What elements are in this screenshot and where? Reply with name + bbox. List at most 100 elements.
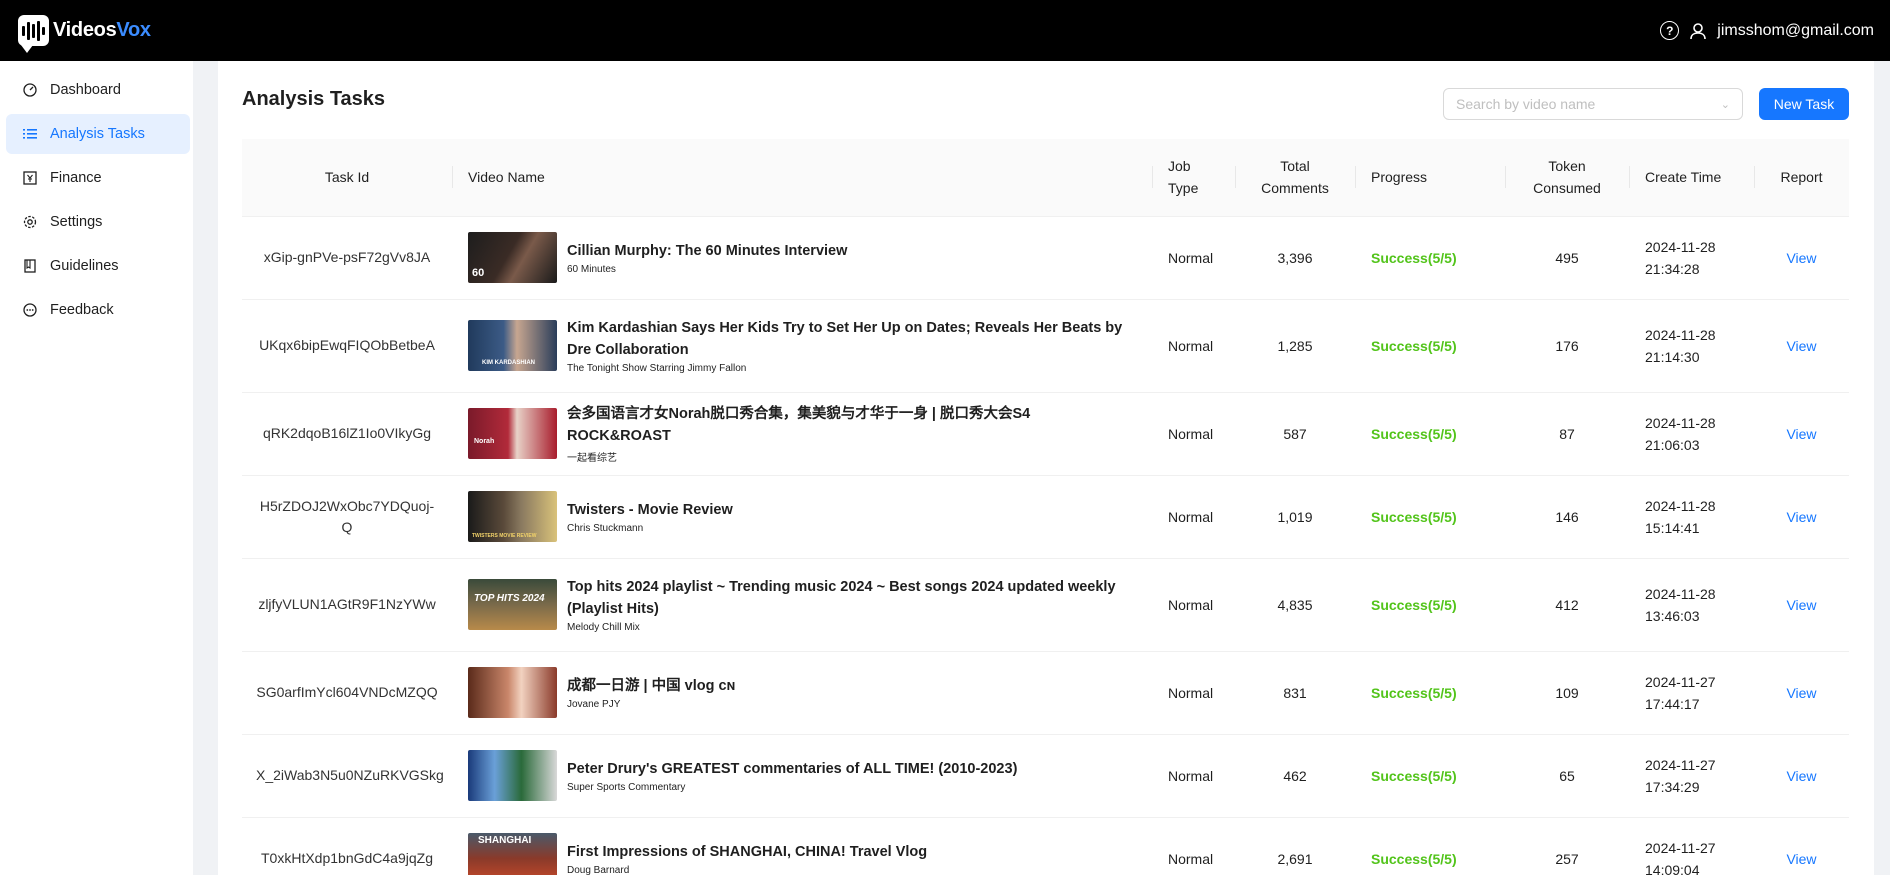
- create-time-cell: 2024-11-27 17:44:17: [1629, 651, 1754, 735]
- new-task-button[interactable]: New Task: [1759, 88, 1849, 120]
- sidebar-item-label: Analysis Tasks: [50, 126, 145, 142]
- sidebar-item-dashboard[interactable]: Dashboard: [6, 70, 190, 110]
- job-type-cell: Normal: [1152, 817, 1235, 875]
- task-id-cell: T0xkHtXdp1bnGdC4a9jqZg: [242, 817, 452, 875]
- finance-icon: [22, 170, 38, 186]
- header-progress[interactable]: Progress: [1355, 139, 1505, 217]
- chevron-down-icon[interactable]: ⌄: [1721, 98, 1730, 111]
- view-report-link[interactable]: View: [1786, 851, 1816, 867]
- header-token-consumed[interactable]: Token Consumed: [1505, 139, 1629, 217]
- total-comments-cell: 4,835: [1235, 558, 1355, 652]
- video-cell: TOP HITS 2024 Top hits 2024 playlist ~ T…: [452, 558, 1152, 652]
- table-row: H5rZDOJ2WxObc7YDQuoj-Q TWISTERS MOVIE RE…: [242, 475, 1849, 559]
- video-cell: SHANGHAI First Impressions of SHANGHAI, …: [452, 817, 1152, 875]
- progress-cell: Success(5/5): [1355, 817, 1505, 875]
- video-channel: 一起看综艺: [567, 453, 617, 464]
- view-report-link[interactable]: View: [1786, 509, 1816, 525]
- dashboard-icon: [22, 82, 38, 98]
- table-row: X_2iWab3N5u0NZuRKVGSkg Peter Drury's GRE…: [242, 734, 1849, 818]
- progress-cell: Success(5/5): [1355, 299, 1505, 393]
- tokens-cell: 109: [1505, 651, 1629, 735]
- gear-icon: [22, 214, 38, 230]
- header-total-comments[interactable]: Total Comments: [1235, 139, 1355, 217]
- status-badge: Success(5/5): [1371, 684, 1457, 701]
- view-report-link[interactable]: View: [1786, 250, 1816, 266]
- video-title: 会多国语言才女Norah脱口秀合集，集美貌与才华于一身 | 脱口秀大会S4 RO…: [567, 406, 1031, 444]
- view-report-link[interactable]: View: [1786, 426, 1816, 442]
- total-comments-cell: 2,691: [1235, 817, 1355, 875]
- job-type-cell: Normal: [1152, 216, 1235, 300]
- progress-cell: Success(5/5): [1355, 558, 1505, 652]
- brand-logo[interactable]: VideosVox: [18, 15, 151, 53]
- list-icon: [22, 126, 38, 142]
- tasks-table: Task Id Video Name Job Type Total Comments…: [242, 139, 1849, 875]
- sidebar-item-label: Settings: [50, 214, 103, 230]
- sidebar-item-finance[interactable]: Finance: [6, 158, 190, 198]
- main-panel: Analysis Tasks ⌄ New Task Task Id Video …: [218, 61, 1874, 875]
- video-title: First Impressions of SHANGHAI, CHINA! Tr…: [567, 844, 928, 860]
- sidebar-item-guidelines[interactable]: Guidelines: [6, 246, 190, 286]
- video-thumbnail: SHANGHAI: [468, 833, 557, 875]
- video-channel: Chris Stuckmann: [567, 523, 644, 534]
- status-badge: Success(5/5): [1371, 767, 1457, 784]
- job-type-cell: Normal: [1152, 651, 1235, 735]
- header-job-type[interactable]: Job Type: [1152, 139, 1235, 217]
- table-row: qRK2dqoB16lZ1Io0VIkyGg Norah 会多国语言才女Nora…: [242, 392, 1849, 476]
- video-channel: Doug Barnard: [567, 865, 630, 875]
- total-comments-cell: 462: [1235, 734, 1355, 818]
- table-row: zljfyVLUN1AGtR9F1NzYWw TOP HITS 2024 Top…: [242, 558, 1849, 652]
- total-comments-cell: 1,019: [1235, 475, 1355, 559]
- page-title: Analysis Tasks: [242, 88, 386, 110]
- video-title: Cillian Murphy: The 60 Minutes Interview: [567, 243, 848, 259]
- video-thumbnail: [468, 667, 557, 718]
- user-icon[interactable]: [1689, 22, 1707, 40]
- status-badge: Success(5/5): [1371, 596, 1457, 613]
- view-report-link[interactable]: View: [1786, 338, 1816, 354]
- status-badge: Success(5/5): [1371, 337, 1457, 354]
- progress-cell: Success(5/5): [1355, 734, 1505, 818]
- sidebar-item-settings[interactable]: Settings: [6, 202, 190, 242]
- table-row: T0xkHtXdp1bnGdC4a9jqZg SHANGHAI First Im…: [242, 817, 1849, 875]
- progress-cell: Success(5/5): [1355, 216, 1505, 300]
- task-id-cell: SG0arfImYcl604VNDcMZQQ: [242, 651, 452, 735]
- total-comments-cell: 831: [1235, 651, 1355, 735]
- video-cell: Peter Drury's GREATEST commentaries of A…: [452, 734, 1152, 818]
- job-type-cell: Normal: [1152, 392, 1235, 476]
- user-area: ? jimsshom@gmail.com: [1660, 21, 1874, 40]
- sidebar-item-label: Finance: [50, 170, 102, 186]
- sidebar-item-analysis-tasks[interactable]: Analysis Tasks: [6, 114, 190, 154]
- tokens-cell: 87: [1505, 392, 1629, 476]
- chat-icon: [22, 302, 38, 318]
- video-cell: 60 Cillian Murphy: The 60 Minutes Interv…: [452, 216, 1152, 300]
- view-report-link[interactable]: View: [1786, 768, 1816, 784]
- video-channel: Jovane PJY: [567, 699, 621, 710]
- view-report-link[interactable]: View: [1786, 597, 1816, 613]
- header-create-time[interactable]: Create Time: [1629, 139, 1754, 217]
- video-thumbnail: TOP HITS 2024: [468, 579, 557, 630]
- user-email[interactable]: jimsshom@gmail.com: [1717, 22, 1874, 40]
- video-title: Twisters - Movie Review: [567, 502, 733, 518]
- report-cell: View: [1754, 651, 1849, 735]
- header-task-id[interactable]: Task Id: [242, 139, 452, 217]
- progress-cell: Success(5/5): [1355, 475, 1505, 559]
- total-comments-cell: 3,396: [1235, 216, 1355, 300]
- report-cell: View: [1754, 475, 1849, 559]
- header-video-name[interactable]: Video Name: [452, 139, 1152, 217]
- job-type-cell: Normal: [1152, 475, 1235, 559]
- report-cell: View: [1754, 817, 1849, 875]
- video-channel: 60 Minutes: [567, 264, 616, 275]
- view-report-link[interactable]: View: [1786, 685, 1816, 701]
- status-badge: Success(5/5): [1371, 850, 1457, 867]
- brand-name: VideosVox: [53, 19, 151, 41]
- job-type-cell: Normal: [1152, 558, 1235, 652]
- task-id-cell: xGip-gnPVe-psF72gVv8JA: [242, 216, 452, 300]
- sidebar-item-feedback[interactable]: Feedback: [6, 290, 190, 330]
- tokens-cell: 495: [1505, 216, 1629, 300]
- search-input[interactable]: [1456, 96, 1721, 112]
- status-badge: Success(5/5): [1371, 508, 1457, 525]
- report-cell: View: [1754, 734, 1849, 818]
- video-thumbnail: TWISTERS MOVIE REVIEW: [468, 491, 557, 542]
- create-time-cell: 2024-11-28 15:14:41: [1629, 475, 1754, 559]
- help-icon[interactable]: ?: [1660, 21, 1680, 40]
- search-select[interactable]: ⌄: [1443, 88, 1743, 120]
